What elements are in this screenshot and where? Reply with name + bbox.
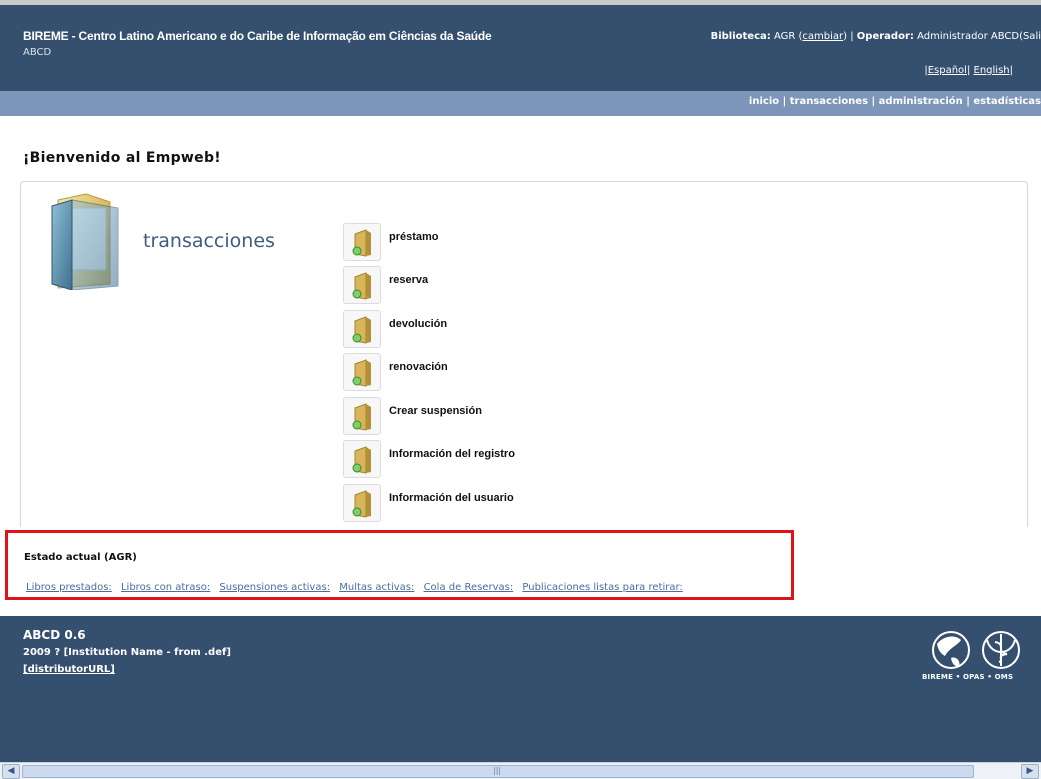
footer-distributor-link[interactable]: [distributorURL] [23, 664, 115, 675]
menu-label-crear-suspension: Crear suspensión [389, 405, 482, 417]
transaction-icon [343, 397, 381, 435]
operator-label: Operador: [856, 31, 914, 42]
menu-label-renovacion: renovación [389, 361, 448, 373]
menu-label-reserva: reserva [389, 274, 429, 286]
nav-administracion[interactable]: administración [879, 96, 963, 107]
language-switcher: |Español| English| [924, 65, 1013, 76]
menu-item-renovacion[interactable]: renovación [343, 353, 643, 393]
menu-item-crear-suspension[interactable]: Crear suspensión [343, 397, 643, 437]
transactions-panel: transacciones préstamo reserva devolució… [20, 181, 1028, 527]
menu-label-informacion-usuario: Información del usuario [389, 492, 514, 504]
status-link-cola-reservas[interactable]: Cola de Reservas: [424, 582, 514, 593]
transaction-icon [343, 223, 381, 261]
grip-icon: ||| [493, 766, 502, 775]
operator-value: Administrador ABCD [917, 31, 1020, 42]
menu-item-prestamo[interactable]: préstamo [343, 223, 643, 263]
library-label: Biblioteca: [710, 31, 771, 42]
menu-item-informacion-registro[interactable]: Información del registro [343, 440, 643, 480]
logout-link[interactable]: (Sali [1019, 31, 1041, 42]
menu-label-prestamo: préstamo [389, 231, 439, 243]
status-link-libros-prestados[interactable]: Libros prestados: [26, 582, 112, 593]
footer-version: ABCD 0.6 [23, 628, 86, 642]
page-header: BIREME - Centro Latino Americano e do Ca… [0, 5, 1041, 91]
menu-item-informacion-usuario[interactable]: Información del usuario [343, 484, 643, 524]
site-subtitle: ABCD [23, 47, 52, 58]
horizontal-scrollbar[interactable]: ◀ ||| ▶ [0, 762, 1041, 779]
library-operator-info: Biblioteca: AGR (cambiar) | Operador: Ad… [710, 31, 1041, 42]
change-library-link[interactable]: cambiar [802, 31, 843, 42]
nav-links: inicio | transacciones | administración … [748, 96, 1041, 107]
lang-en-link[interactable]: English [974, 65, 1010, 76]
nav-estadisticas[interactable]: estadísticas [973, 96, 1041, 107]
status-link-multas[interactable]: Multas activas: [339, 582, 414, 593]
scroll-left-button[interactable]: ◀ [2, 764, 20, 779]
menu-label-devolucion: devolución [389, 318, 448, 330]
folder-icon [51, 193, 119, 290]
transaction-icon [343, 310, 381, 348]
status-link-publicaciones[interactable]: Publicaciones listas para retirar: [522, 582, 682, 593]
transaction-icon [343, 440, 381, 478]
current-status-box: Estado actual (AGR) Libros prestados: Li… [5, 530, 794, 600]
main-navbar: inicio | transacciones | administración … [0, 91, 1041, 116]
status-links: Libros prestados: Libros con atraso: Sus… [26, 582, 689, 593]
nav-inicio[interactable]: inicio [749, 96, 779, 107]
library-value: AGR [773, 31, 796, 42]
menu-label-informacion-registro: Información del registro [389, 448, 515, 460]
welcome-heading: ¡Bienvenido al Empweb! [23, 150, 221, 166]
site-title: BIREME - Centro Latino Americano e do Ca… [23, 29, 492, 43]
transaction-icon [343, 266, 381, 304]
lang-es-link[interactable]: Español [928, 65, 967, 76]
page-footer: ABCD 0.6 2009 ? [Institution Name - from… [0, 616, 1041, 762]
footer-logo-text: BIREME • OPAS • OMS [922, 673, 1014, 681]
transaction-icon [343, 353, 381, 391]
status-link-suspensiones[interactable]: Suspensiones activas: [219, 582, 330, 593]
status-title: Estado actual (AGR) [24, 552, 137, 563]
nav-transacciones[interactable]: transacciones [790, 96, 868, 107]
transaction-icon [343, 484, 381, 522]
menu-item-devolucion[interactable]: devolución [343, 310, 643, 350]
section-title: transacciones [143, 230, 275, 252]
scroll-right-button[interactable]: ▶ [1021, 764, 1039, 779]
scrollbar-thumb[interactable]: ||| [22, 765, 974, 778]
footer-institution: 2009 ? [Institution Name - from .def] [23, 647, 231, 658]
status-link-libros-atraso[interactable]: Libros con atraso: [121, 582, 210, 593]
menu-item-reserva[interactable]: reserva [343, 266, 643, 306]
